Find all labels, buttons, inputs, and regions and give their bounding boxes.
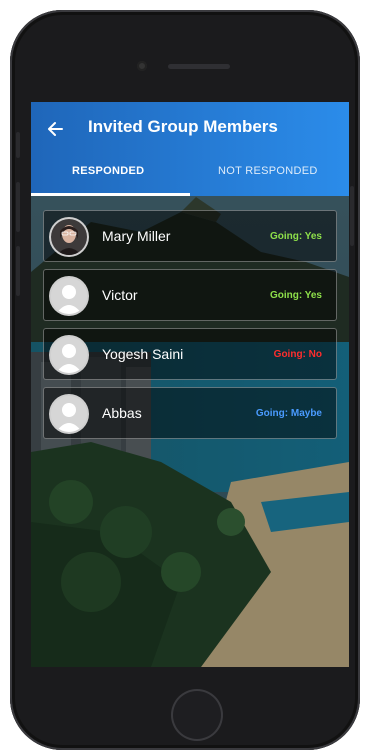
active-tab-indicator xyxy=(31,193,190,196)
member-row[interactable]: Abbas Going: Maybe xyxy=(43,387,337,439)
app-screen: Invited Group Members RESPONDED NOT RESP… xyxy=(31,102,349,667)
volume-up-button xyxy=(16,182,20,232)
member-name: Yogesh Saini xyxy=(102,346,184,362)
user-placeholder-icon xyxy=(51,396,87,432)
member-row[interactable]: Yogesh Saini Going: No xyxy=(43,328,337,380)
member-name: Mary Miller xyxy=(102,228,171,244)
volume-down-button xyxy=(16,246,20,296)
member-row[interactable]: Victor Going: Yes xyxy=(43,269,337,321)
avatar xyxy=(51,278,87,314)
mute-switch xyxy=(16,132,20,158)
user-photo-icon xyxy=(51,219,87,255)
front-camera xyxy=(137,61,147,71)
tab-not-responded[interactable]: NOT RESPONDED xyxy=(218,165,318,177)
rsvp-status: Going: Maybe xyxy=(255,408,322,419)
home-button[interactable] xyxy=(171,689,223,741)
user-placeholder-icon xyxy=(51,278,87,314)
avatar xyxy=(51,337,87,373)
tab-responded[interactable]: RESPONDED xyxy=(72,165,144,177)
member-name: Abbas xyxy=(102,405,142,421)
app-header: Invited Group Members RESPONDED NOT RESP… xyxy=(31,102,349,196)
earpiece-speaker xyxy=(168,64,230,69)
member-row[interactable]: Mary Miller Going: Yes xyxy=(43,210,337,262)
page-title: Invited Group Members xyxy=(88,117,278,136)
rsvp-status: Going: Yes xyxy=(269,290,322,301)
rsvp-status: Going: Yes xyxy=(269,231,322,242)
avatar xyxy=(51,219,87,255)
member-name: Victor xyxy=(102,287,138,303)
power-button xyxy=(350,186,354,246)
rsvp-status: Going: No xyxy=(273,349,322,360)
avatar xyxy=(51,396,87,432)
user-placeholder-icon xyxy=(51,337,87,373)
arrow-left-icon[interactable] xyxy=(46,119,66,139)
